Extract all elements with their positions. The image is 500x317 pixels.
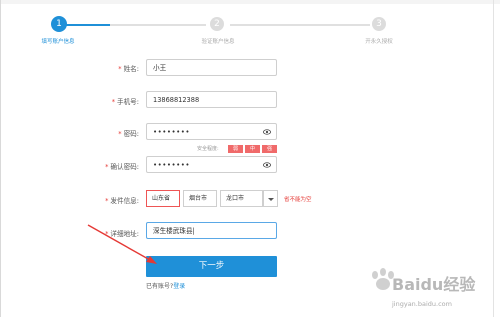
province-select[interactable]: 山东省 (146, 190, 180, 207)
password-value: •••••••• (153, 128, 191, 136)
phone-label: * 手机号: (111, 98, 139, 106)
shipping-label: * 发件信息: (105, 197, 139, 205)
watermark-brand: Baidu经验 (392, 275, 476, 294)
strength-label: 安全程度: (197, 146, 219, 152)
login-prompt: 已有账号?登录 (146, 283, 186, 290)
eye-icon[interactable] (263, 161, 271, 169)
step-1-circle: 1 (51, 16, 67, 32)
name-field[interactable]: 小王 (146, 59, 277, 76)
progress-line-pending-2 (230, 24, 370, 26)
window-top-edge (0, 0, 500, 4)
phone-field[interactable]: 13868812388 (146, 91, 277, 108)
window-left-border (0, 0, 1, 317)
step-1-label: 填写账户信息 (41, 39, 75, 45)
strength-strong: 强 (262, 145, 277, 153)
password-label: * 密码: (118, 130, 139, 138)
confirm-password-field[interactable]: •••••••• (146, 156, 277, 173)
progress-line-pending (110, 24, 206, 26)
chevron-down-icon (268, 198, 274, 201)
district-select[interactable]: 龙口市 (220, 190, 263, 207)
address-label: * 详细地址: (105, 230, 139, 238)
confirm-password-value: •••••••• (153, 161, 191, 169)
window-right-border (493, 0, 494, 317)
name-label: * 姓名: (118, 65, 139, 73)
step-3-circle: 3 (372, 17, 386, 31)
strength-weak: 弱 (228, 145, 243, 153)
city-select[interactable]: 烟台市 (183, 190, 217, 207)
progress-line-done (62, 24, 110, 26)
address-field[interactable]: 深生楼武珠县| (146, 222, 277, 239)
step-2-label: 验证账户信息 (201, 39, 235, 45)
district-dropdown-button[interactable] (263, 190, 278, 207)
next-button[interactable]: 下一步 (146, 256, 277, 277)
strength-medium: 中 (245, 145, 260, 153)
login-link[interactable]: 登录 (173, 283, 185, 290)
password-field[interactable]: •••••••• (146, 123, 277, 140)
step-2-circle: 2 (210, 17, 224, 31)
step-3-label: 开永久授权 (365, 39, 393, 45)
watermark-url: jingyan.baidu.com (392, 300, 452, 308)
eye-icon[interactable] (263, 128, 271, 136)
shipping-error: 省不能为空 (284, 197, 312, 203)
confirm-password-label: * 确认密码: (105, 163, 139, 171)
